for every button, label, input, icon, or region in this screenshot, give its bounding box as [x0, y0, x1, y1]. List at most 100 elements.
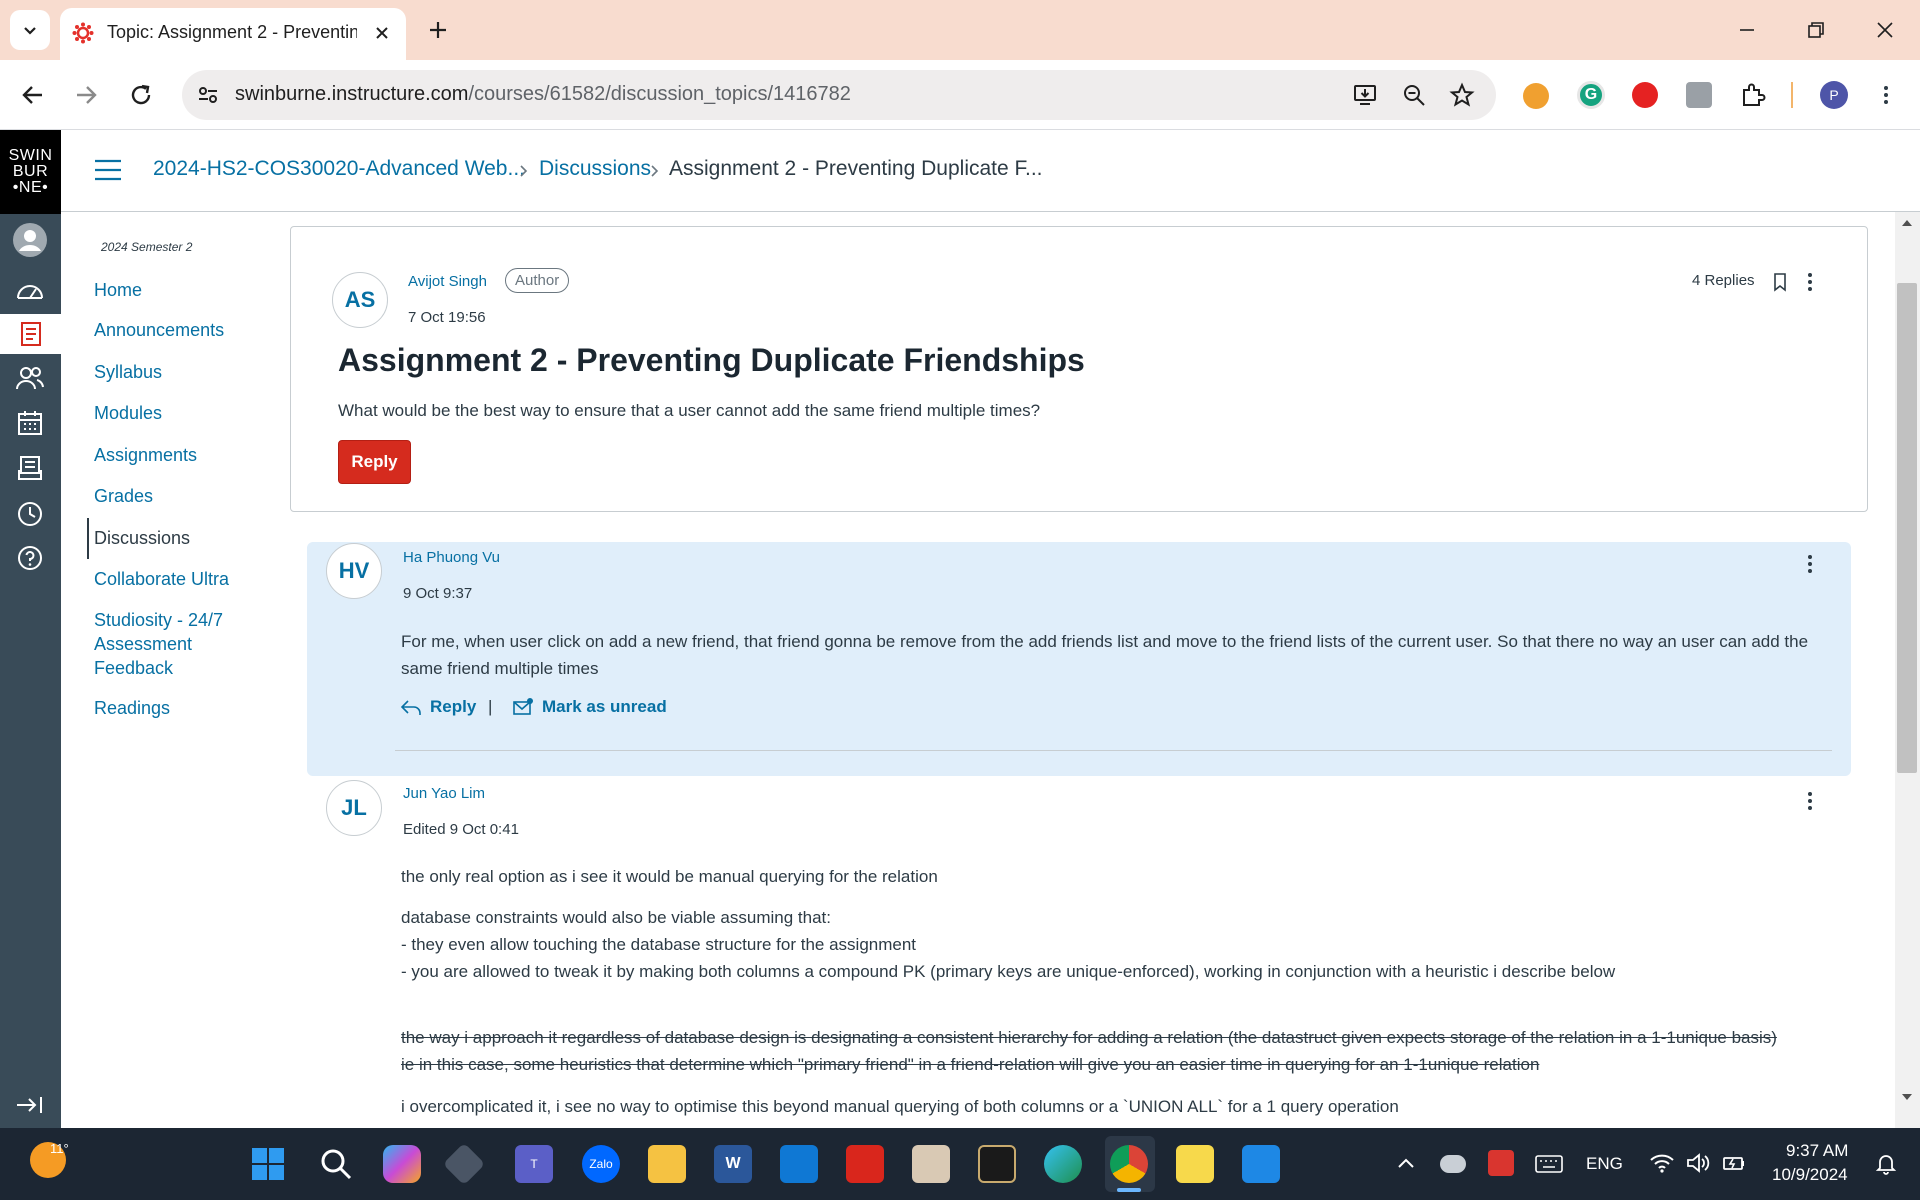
vscode-icon[interactable] [1242, 1145, 1280, 1183]
bookmark-star-icon[interactable] [1449, 82, 1475, 108]
tray-chevron-up-icon[interactable] [1396, 1155, 1416, 1171]
reply-arrow-icon [400, 700, 421, 715]
extension-avatar-icon[interactable] [1523, 83, 1549, 109]
breadcrumb-discussions[interactable]: Discussions [539, 157, 651, 181]
topic-options-icon[interactable] [1800, 270, 1820, 294]
extensions-puzzle-icon[interactable] [1739, 81, 1767, 109]
profile-avatar[interactable]: P [1820, 81, 1848, 109]
course-nav-announcements[interactable]: Announcements [94, 318, 224, 342]
browser-menu-icon[interactable] [1876, 83, 1896, 107]
reply-author[interactable]: Ha Phuong Vu [403, 549, 500, 566]
taskbar [0, 1128, 1920, 1200]
swinburne-logo[interactable]: SWIN BUR •NE• [0, 130, 61, 214]
restore-icon[interactable] [1806, 20, 1826, 40]
scroll-up-icon[interactable] [1900, 218, 1914, 228]
breadcrumb-course[interactable]: 2024-HS2-COS30020-Advanced Web... [153, 157, 525, 181]
reply-link[interactable]: Reply [400, 697, 476, 717]
battery-icon[interactable] [1722, 1152, 1746, 1174]
collapse-nav-icon[interactable] [12, 1087, 48, 1123]
zalo-icon[interactable]: Zalo [582, 1145, 620, 1183]
bookmark-icon[interactable] [1772, 272, 1788, 292]
grammarly-icon[interactable]: G [1577, 81, 1605, 109]
clock-time[interactable]: 9:37 AM [1786, 1141, 1848, 1161]
mark-unread-link[interactable]: Mark as unread [512, 697, 667, 717]
reply-strikethrough: the way i approach it regardless of data… [401, 1028, 1777, 1047]
reply-button[interactable]: Reply [338, 440, 411, 484]
inbox-icon[interactable] [12, 450, 48, 486]
reply-options-icon[interactable] [1800, 789, 1820, 813]
help-icon[interactable] [12, 540, 48, 576]
new-tab-icon[interactable] [427, 19, 449, 41]
acrobat-icon[interactable] [846, 1145, 884, 1183]
extension-photo-icon[interactable] [1686, 82, 1712, 108]
vivaldi-icon[interactable] [1488, 1150, 1514, 1176]
forward-arrow-icon[interactable] [73, 82, 99, 108]
weather-temp: 11° [50, 1141, 69, 1156]
site-info-icon[interactable] [196, 83, 220, 107]
volume-icon[interactable] [1686, 1152, 1710, 1174]
address-bar[interactable]: swinburne.instructure.com/courses/61582/… [182, 70, 1496, 120]
course-nav-home[interactable]: Home [94, 278, 142, 302]
hamburger-menu-icon[interactable] [94, 159, 122, 181]
zoom-icon[interactable] [1401, 82, 1427, 108]
dashboard-icon[interactable] [12, 272, 48, 308]
mail-icon [513, 698, 533, 715]
term-label: 2024 Semester 2 [101, 240, 193, 254]
page-title: Assignment 2 - Preventing Duplicate Frie… [338, 342, 1085, 378]
notification-icon[interactable] [1874, 1152, 1898, 1176]
scroll-down-icon[interactable] [1900, 1092, 1914, 1102]
back-arrow-icon[interactable] [20, 82, 46, 108]
avatar: AS [332, 272, 388, 328]
tab-title: Topic: Assignment 2 - Preventin [107, 22, 357, 42]
calendar-icon[interactable] [12, 405, 48, 441]
course-nav-discussions[interactable]: Discussions [94, 526, 190, 550]
adblock-icon[interactable] [1632, 82, 1658, 108]
course-nav-collaborate-ultra[interactable]: Collaborate Ultra [94, 567, 229, 591]
sticky-notes-icon[interactable] [1176, 1145, 1214, 1183]
active-tab[interactable]: Topic: Assignment 2 - Preventin [60, 8, 406, 60]
file-explorer-icon[interactable] [648, 1145, 686, 1183]
action-separator: | [488, 697, 493, 716]
course-nav-studiosity[interactable]: Studiosity - 24/7 Assessment Feedback [94, 608, 244, 680]
mail-icon[interactable] [780, 1145, 818, 1183]
keyboard-icon[interactable] [1535, 1154, 1563, 1174]
close-tab-icon[interactable] [374, 25, 390, 41]
topic-date: 7 Oct 19:56 [408, 309, 486, 326]
teams-icon[interactable]: T [515, 1145, 553, 1183]
reload-icon[interactable] [128, 82, 154, 108]
course-nav-readings[interactable]: Readings [94, 696, 170, 720]
courses-icon[interactable] [0, 314, 61, 354]
chrome-icon[interactable] [1110, 1145, 1148, 1183]
edge-icon[interactable] [1044, 1145, 1082, 1183]
minimize-icon[interactable] [1737, 20, 1757, 40]
game-app-icon[interactable] [912, 1145, 950, 1183]
search-icon[interactable] [317, 1145, 355, 1183]
course-nav-grades[interactable]: Grades [94, 484, 153, 508]
reply-author[interactable]: Jun Yao Lim [403, 785, 485, 802]
language-indicator[interactable]: ENG [1586, 1154, 1623, 1174]
copilot-icon[interactable] [383, 1145, 421, 1183]
league-icon[interactable] [978, 1145, 1016, 1183]
course-nav-assignments[interactable]: Assignments [94, 443, 197, 467]
wifi-icon[interactable] [1649, 1152, 1675, 1174]
clock-date[interactable]: 10/9/2024 [1772, 1165, 1848, 1185]
course-nav-syllabus[interactable]: Syllabus [94, 360, 162, 384]
close-window-icon[interactable] [1875, 20, 1895, 40]
scrollbar-thumb[interactable] [1897, 283, 1917, 773]
discussion-main: AS Avijot Singh Author 7 Oct 19:56 4 Rep… [290, 212, 1895, 1128]
install-app-icon[interactable] [1352, 82, 1378, 108]
start-icon[interactable] [249, 1145, 287, 1183]
course-nav-modules[interactable]: Modules [94, 401, 162, 425]
account-icon[interactable] [12, 222, 48, 258]
onedrive-icon[interactable] [1440, 1155, 1466, 1173]
reply-link-label: Reply [430, 697, 477, 716]
word-icon[interactable]: W [714, 1145, 752, 1183]
topic-author[interactable]: Avijot Singh [408, 273, 487, 290]
replies-count: 4 Replies [1692, 272, 1755, 289]
reply-strikethrough: ie in this case, some heuristics that de… [401, 1055, 1540, 1074]
avatar: JL [326, 780, 382, 836]
reply-options-icon[interactable] [1800, 552, 1820, 576]
tab-search-button[interactable] [10, 10, 50, 50]
history-icon[interactable] [12, 496, 48, 532]
groups-icon[interactable] [12, 360, 48, 396]
